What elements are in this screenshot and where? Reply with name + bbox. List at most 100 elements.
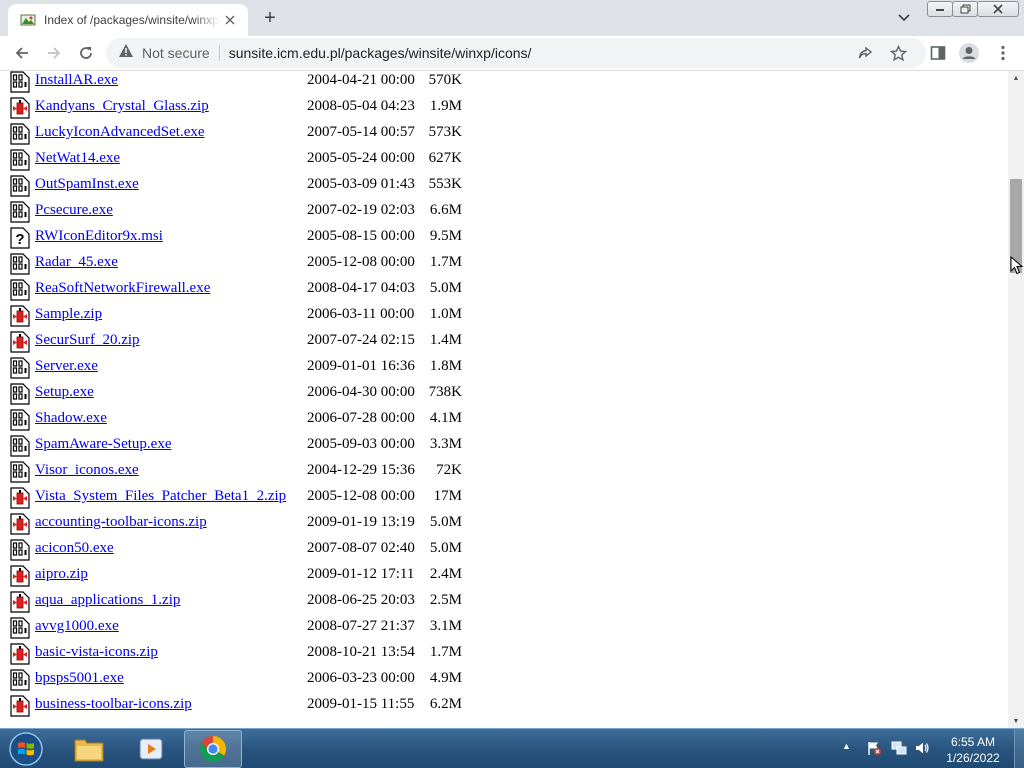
file-date: 2005-08-15 00:00 (307, 228, 415, 244)
share-icon[interactable] (851, 39, 879, 67)
compressed-file-icon (10, 643, 30, 665)
file-link[interactable]: acicon50.exe (35, 540, 114, 557)
compressed-file-icon (10, 513, 30, 535)
new-tab-button[interactable]: + (258, 6, 282, 30)
tab-close-icon[interactable] (220, 10, 240, 30)
windows-orb-icon (9, 732, 43, 766)
system-clock[interactable]: 6:55 AM 1/26/2022 (936, 734, 1010, 766)
file-size: 4.1M (429, 410, 462, 426)
file-size: 1.7M (429, 254, 462, 270)
binary-file-icon (10, 539, 30, 561)
file-link[interactable]: NetWat14.exe (35, 150, 120, 167)
file-link[interactable]: Server.exe (35, 358, 98, 375)
browser-tab[interactable]: Index of /packages/winsite/winxp/icons (8, 4, 248, 36)
file-size: 2.5M (429, 592, 462, 608)
volume-speaker-icon[interactable] (914, 740, 930, 756)
file-link[interactable]: basic-vista-icons.zip (35, 644, 158, 661)
file-link[interactable]: Vista_System_Files_Patcher_Beta1_2.zip (35, 488, 286, 505)
kebab-menu-icon[interactable] (989, 39, 1017, 67)
file-link[interactable]: RWIconEditor9x.msi (35, 228, 163, 245)
file-size: 1.7M (429, 644, 462, 660)
file-link[interactable]: LuckyIconAdvancedSet.exe (35, 124, 205, 141)
binary-file-icon (10, 175, 30, 197)
file-link[interactable]: SpamAware-Setup.exe (35, 436, 172, 453)
file-size: 1.4M (429, 332, 462, 348)
file-date: 2005-12-08 00:00 (307, 254, 415, 270)
taskbar-explorer-button[interactable] (60, 730, 118, 768)
reload-icon[interactable] (72, 39, 100, 67)
scroll-up-arrow-icon[interactable]: ▲ (1008, 71, 1024, 85)
forward-arrow-icon[interactable] (40, 39, 68, 67)
file-link[interactable]: accounting-toolbar-icons.zip (35, 514, 207, 531)
windows-taskbar: ▲ 6:55 AM 1/26/2022 (0, 728, 1024, 768)
binary-file-icon (10, 383, 30, 405)
restore-icon[interactable] (952, 1, 978, 17)
taskbar-media-player-button[interactable] (122, 730, 180, 768)
file-size: 9.5M (429, 228, 462, 244)
file-size: 6.2M (429, 696, 462, 712)
bookmark-star-icon[interactable] (884, 39, 912, 67)
file-link[interactable]: ReaSoftNetworkFirewall.exe (35, 280, 210, 297)
binary-file-icon (10, 435, 30, 457)
close-window-icon[interactable] (977, 1, 1019, 17)
url-text[interactable]: sunsite.icm.edu.pl/packages/winsite/winx… (229, 45, 532, 61)
file-link[interactable]: Setup.exe (35, 384, 94, 401)
mouse-cursor-icon (1010, 256, 1024, 275)
file-link[interactable]: bpsps5001.exe (35, 670, 124, 687)
file-link[interactable]: Radar_45.exe (35, 254, 118, 271)
action-center-flag-icon[interactable] (866, 740, 882, 756)
file-date: 2006-03-11 00:00 (307, 306, 415, 322)
file-size: 570K (428, 72, 462, 88)
file-link[interactable]: OutSpamInst.exe (35, 176, 139, 193)
file-link[interactable]: avvg1000.exe (35, 618, 119, 635)
file-link[interactable]: Pcsecure.exe (35, 202, 113, 219)
scroll-down-arrow-icon[interactable]: ▼ (1008, 714, 1024, 728)
file-link[interactable]: InstallAR.exe (35, 72, 118, 89)
file-date: 2005-05-24 00:00 (307, 150, 415, 166)
binary-file-icon (10, 357, 30, 379)
file-size: 3.3M (429, 436, 462, 452)
file-link[interactable]: Visor_iconos.exe (35, 462, 139, 479)
network-icon[interactable] (891, 740, 907, 756)
file-size: 573K (428, 124, 462, 140)
warning-icon[interactable] (118, 43, 134, 63)
file-link[interactable]: Sample.zip (35, 306, 102, 323)
show-desktop-button[interactable] (1014, 729, 1024, 768)
start-button[interactable] (4, 730, 48, 768)
file-link[interactable]: business-toolbar-icons.zip (35, 696, 192, 713)
compressed-file-icon (10, 331, 30, 353)
file-date: 2006-07-28 00:00 (307, 410, 415, 426)
taskbar-chrome-button[interactable] (184, 730, 242, 768)
address-bar[interactable]: Not secure sunsite.icm.edu.pl/packages/w… (106, 38, 926, 68)
file-date: 2007-07-24 02:15 (307, 332, 415, 348)
browser-toolbar: Not secure sunsite.icm.edu.pl/packages/w… (0, 36, 1024, 71)
file-size: 2.4M (429, 566, 462, 582)
profile-avatar-icon[interactable] (955, 39, 983, 67)
file-date: 2004-12-29 15:36 (307, 462, 415, 478)
file-link[interactable]: aqua_applications_1.zip (35, 592, 180, 609)
security-label[interactable]: Not secure (142, 45, 210, 61)
minimize-icon[interactable] (927, 1, 953, 17)
compressed-file-icon (10, 305, 30, 327)
file-size: 17M (433, 488, 462, 504)
back-arrow-icon[interactable] (8, 39, 36, 67)
binary-file-icon (10, 201, 30, 223)
file-size: 3.1M (429, 618, 462, 634)
file-size: 5.0M (429, 540, 462, 556)
unknown-file-icon: ? (10, 227, 30, 249)
tab-search-chevron-icon[interactable] (892, 6, 916, 30)
vertical-scrollbar[interactable]: ▲ ▼ (1008, 71, 1024, 728)
file-link[interactable]: Shadow.exe (35, 410, 107, 427)
file-date: 2006-03-23 00:00 (307, 670, 415, 686)
compressed-file-icon (10, 565, 30, 587)
file-date: 2008-10-21 13:54 (307, 644, 415, 660)
file-link[interactable]: aipro.zip (35, 566, 88, 583)
show-hidden-icons-button[interactable]: ▲ (842, 741, 851, 751)
file-link[interactable]: Kandyans_Crystal_Glass.zip (35, 98, 209, 115)
binary-file-icon (10, 123, 30, 145)
side-panel-icon[interactable] (924, 39, 952, 67)
folder-icon (74, 739, 104, 762)
file-link[interactable]: SecurSurf_20.zip (35, 332, 140, 349)
file-date: 2008-05-04 04:23 (307, 98, 415, 114)
file-date: 2009-01-12 17:11 (307, 566, 415, 582)
